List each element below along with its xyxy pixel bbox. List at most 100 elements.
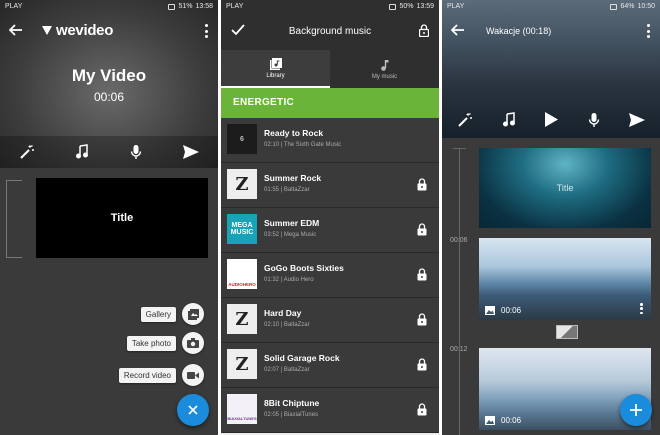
ruler-cap <box>453 148 466 149</box>
carrier-label: PLAY <box>226 3 244 10</box>
clock: 13:59 <box>416 3 434 10</box>
track-title: GoGo Boots Sixties <box>264 263 344 273</box>
track-meta: 02:07 | BaltaZzar <box>264 367 310 373</box>
album-art: Z <box>227 349 257 379</box>
track-title: Solid Garage Rock <box>264 353 340 363</box>
gallery-menu-item[interactable]: Gallery <box>140 303 204 325</box>
status-bar: PLAY 64% 10:50 <box>442 0 660 14</box>
signal-icon <box>168 4 176 10</box>
video-duration: 00:06 <box>93 90 125 104</box>
time-mark: 00:06 <box>450 237 468 244</box>
video-camera-icon[interactable] <box>182 364 204 386</box>
overflow-menu-icon[interactable] <box>646 24 650 38</box>
close-fab-button[interactable] <box>177 394 209 426</box>
camera-icon[interactable] <box>182 332 204 354</box>
project-title: Wakacje (00:18) <box>486 26 552 36</box>
track-title: Hard Day <box>264 308 302 318</box>
magic-wand-icon[interactable] <box>18 143 36 161</box>
lock-icon[interactable] <box>419 24 429 37</box>
clip-duration: 00:06 <box>501 416 522 425</box>
battery-level: 51% <box>178 3 193 10</box>
project-app-bar: Wakacje (00:18) <box>442 18 660 46</box>
page-title: Background music <box>288 26 372 37</box>
music-note-icon[interactable] <box>73 143 91 161</box>
track-row[interactable]: Z Summer Rock 01:55 | BaltaZzar <box>221 163 439 208</box>
track-meta: 01:32 | Audio Hero <box>264 277 314 283</box>
album-art: Z <box>227 169 257 199</box>
logo-mark-icon <box>42 26 52 35</box>
music-tabs: Library My music <box>221 50 439 88</box>
album-art: MEGA MUSIC <box>227 214 257 244</box>
microphone-icon[interactable] <box>588 112 600 133</box>
video-clip[interactable]: 00:06 <box>479 238 651 320</box>
tab-my-music[interactable]: My music <box>330 50 439 88</box>
take-photo-menu-item[interactable]: Take photo <box>126 332 204 354</box>
lock-icon <box>417 358 427 371</box>
editor-screen: PLAY 51% 13:58 wevideo My Video 00:06 Ti… <box>0 0 218 435</box>
gallery-icon[interactable] <box>182 303 204 325</box>
lock-icon <box>417 178 427 191</box>
back-arrow-icon[interactable] <box>451 23 465 37</box>
track-title: Summer EDM <box>264 218 320 228</box>
status-bar: PLAY 51% 13:58 <box>0 0 218 14</box>
track-meta: 02:10 | The Sixth Gate Music <box>264 142 342 148</box>
clip-duration: 00:06 <box>501 306 522 315</box>
track-title: 8Bit Chiptune <box>264 398 320 408</box>
edit-toolbar <box>0 136 218 168</box>
track-row[interactable]: AUDIOHERO GoGo Boots Sixties 01:32 | Aud… <box>221 253 439 298</box>
app-logo: wevideo <box>42 22 113 39</box>
library-icon <box>269 57 282 70</box>
track-row[interactable]: Z Solid Garage Rock 02:07 | BaltaZzar <box>221 343 439 388</box>
add-fab-button[interactable] <box>620 394 652 426</box>
track-title: Ready to Rock <box>264 128 324 138</box>
track-row[interactable]: BIAXIALTUNES 8Bit Chiptune 02:05 | Biaxi… <box>221 388 439 433</box>
track-row[interactable]: MEGA MUSIC Summer EDM 03:52 | Mega Music <box>221 208 439 253</box>
clip-menu-icon[interactable] <box>640 303 643 314</box>
send-icon[interactable] <box>629 112 646 132</box>
track-list: 6 Ready to Rock 02:10 | The Sixth Gate M… <box>221 118 439 435</box>
background-music-screen: PLAY 50% 13:59 Background music Library … <box>221 0 439 435</box>
tab-library[interactable]: Library <box>221 50 330 88</box>
track-meta: 01:55 | BaltaZzar <box>264 187 310 193</box>
title-clip[interactable]: Title <box>36 178 208 258</box>
record-video-menu-item[interactable]: Record video <box>118 364 204 386</box>
signal-icon <box>610 4 618 10</box>
gallery-label[interactable]: Gallery <box>140 306 176 322</box>
status-bar: PLAY 50% 13:59 <box>221 0 439 14</box>
album-art: AUDIOHERO <box>227 259 257 289</box>
carrier-label: PLAY <box>447 3 465 10</box>
track-meta: 03:52 | Mega Music <box>264 232 317 238</box>
record-video-label[interactable]: Record video <box>118 367 176 383</box>
play-icon[interactable] <box>545 112 559 132</box>
send-icon[interactable] <box>182 143 200 161</box>
image-icon <box>485 306 495 315</box>
lock-icon <box>417 223 427 236</box>
magic-wand-icon[interactable] <box>457 112 473 133</box>
clip-info: 00:06 <box>485 306 521 315</box>
image-icon <box>485 416 495 425</box>
track-title: Summer Rock <box>264 173 322 183</box>
transition-icon[interactable] <box>556 325 578 339</box>
lock-icon <box>417 268 427 281</box>
track-row[interactable]: Z Hard Day 02:10 | BaltaZzar <box>221 298 439 343</box>
genre-header[interactable]: ENERGETIC <box>221 88 439 118</box>
time-mark: 00:12 <box>450 346 468 353</box>
title-clip[interactable]: Title <box>479 148 651 228</box>
lock-icon <box>417 403 427 416</box>
project-screen: PLAY 64% 10:50 Wakacje (00:18) 00:06 00:… <box>442 0 660 435</box>
battery-level: 64% <box>620 3 635 10</box>
back-arrow-icon[interactable] <box>9 23 23 37</box>
music-note-icon <box>380 59 388 71</box>
music-note-icon[interactable] <box>502 111 516 133</box>
signal-icon <box>389 4 397 10</box>
battery-level: 50% <box>399 3 414 10</box>
app-bar: wevideo <box>0 18 218 44</box>
overflow-menu-icon[interactable] <box>204 24 208 38</box>
take-photo-label[interactable]: Take photo <box>126 335 176 351</box>
title-clip-label: Title <box>110 212 134 224</box>
microphone-icon[interactable] <box>127 143 145 161</box>
timeline: 00:06 00:12 Title 00:06 00:06 <box>442 138 660 435</box>
lock-icon <box>417 313 427 326</box>
track-row[interactable]: 6 Ready to Rock 02:10 | The Sixth Gate M… <box>221 118 439 163</box>
close-icon <box>188 405 198 415</box>
